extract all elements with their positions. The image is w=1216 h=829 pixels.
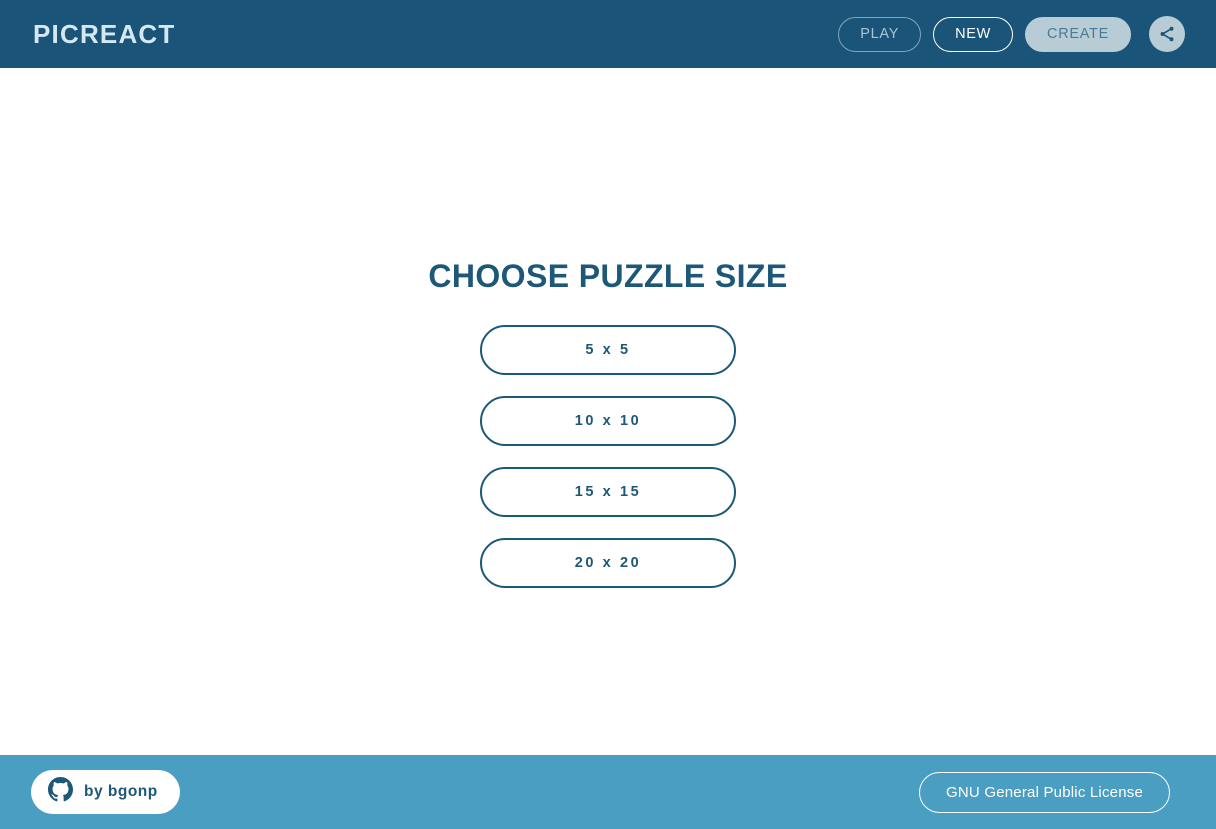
size-option-15x15[interactable]: 15 x 15	[480, 467, 736, 517]
size-option-label: 5 x 5	[585, 341, 631, 358]
size-option-label: 20 x 20	[574, 554, 642, 571]
author-link[interactable]: by bgonp	[31, 770, 180, 814]
share-button[interactable]	[1149, 16, 1185, 52]
size-option-10x10[interactable]: 10 x 10	[480, 396, 736, 446]
size-option-20x20[interactable]: 20 x 20	[480, 538, 736, 588]
brand-logo: PICREACT	[33, 19, 176, 49]
nav-new-label: NEW	[955, 25, 992, 42]
page-title: CHOOSE PUZZLE SIZE	[428, 258, 788, 294]
nav-play-label: PLAY	[860, 25, 900, 42]
size-options-list: 5 x 5 10 x 10 15 x 15 20 x 20	[480, 325, 736, 588]
header-nav: PLAY NEW CREATE	[838, 16, 1185, 52]
license-link[interactable]: GNU General Public License	[919, 771, 1170, 813]
nav-play-button[interactable]: PLAY	[838, 16, 922, 52]
app-footer: by bgonp GNU General Public License	[0, 755, 1216, 829]
nav-new-button[interactable]: NEW	[933, 16, 1014, 52]
share-icon	[1158, 25, 1176, 43]
size-option-label: 15 x 15	[574, 483, 642, 500]
size-option-label: 10 x 10	[574, 412, 642, 429]
main-content: CHOOSE PUZZLE SIZE 5 x 5 10 x 10 15 x 15…	[0, 68, 1216, 755]
nav-create-label: CREATE	[1047, 25, 1109, 42]
github-icon	[48, 777, 73, 807]
size-option-5x5[interactable]: 5 x 5	[480, 325, 736, 375]
author-label: by bgonp	[84, 783, 158, 801]
app-header: PICREACT PLAY NEW CREATE	[0, 0, 1216, 68]
nav-create-button[interactable]: CREATE	[1025, 16, 1131, 52]
